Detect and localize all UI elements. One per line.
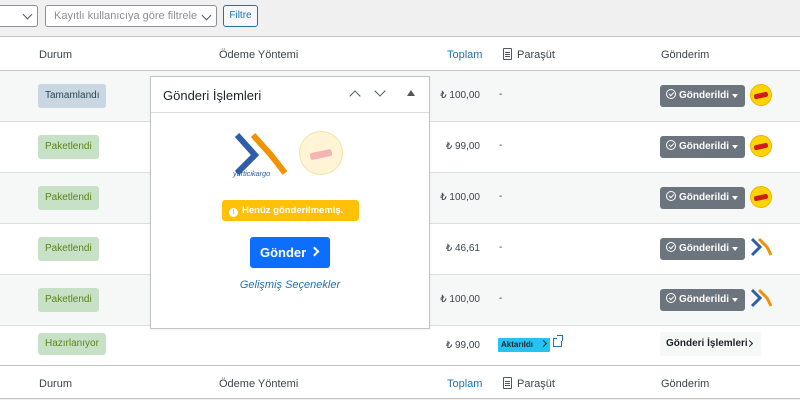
parasut-badge-label: Aktarıldı xyxy=(501,340,534,349)
send-button-label: Gönder xyxy=(260,245,307,260)
table-row[interactable]: Hazırlanıyor ₺ 99,00 Aktarıldı Gönderi İ… xyxy=(0,326,800,365)
yurtici-kargo-logo-text: yurticikargo xyxy=(233,169,271,178)
column-status: Durum xyxy=(39,49,73,61)
parasut-value: - xyxy=(499,140,503,151)
exclamation-circle-icon: ! xyxy=(229,208,238,217)
caret-down-icon xyxy=(732,145,738,149)
shipped-label: Gönderildi xyxy=(679,294,729,305)
send-button[interactable]: Gönder xyxy=(250,237,330,268)
external-link-icon[interactable] xyxy=(553,335,563,347)
check-circle-icon xyxy=(666,293,676,303)
shipped-dropdown-button[interactable]: Gönderildi xyxy=(660,187,745,209)
column-parasut-label: Paraşüt xyxy=(517,378,555,390)
parasut-value: - xyxy=(499,242,503,253)
shipping-operations-popover: Gönderi İşlemleri yurticikargo ! Henüz gö… xyxy=(150,76,430,329)
shipped-dropdown-button[interactable]: Gönderildi xyxy=(660,238,745,260)
column-payment-method: Ödeme Yöntemi xyxy=(219,49,299,61)
popover-title: Gönderi İşlemleri xyxy=(163,88,262,103)
kolay-gelsin-logo-icon[interactable] xyxy=(299,131,343,175)
check-circle-icon xyxy=(666,191,676,201)
kolay-gelsin-logo-icon xyxy=(750,84,772,106)
yurtici-kargo-logo-icon xyxy=(750,288,772,308)
shipped-dropdown-button[interactable]: Gönderildi xyxy=(660,289,745,311)
shipping-operations-button[interactable]: Gönderi İşlemleri xyxy=(660,332,761,356)
table-footer: Durum Ödeme Yöntemi Toplam Paraşüt Gönde… xyxy=(0,365,800,399)
column-parasut-label: Paraşüt xyxy=(517,49,555,61)
shipped-label: Gönderildi xyxy=(679,243,729,254)
shipped-label: Gönderildi xyxy=(679,90,729,101)
column-shipping: Gönderim xyxy=(661,49,710,61)
order-total: ₺ 99,00 xyxy=(445,340,480,351)
shipped-dropdown-button[interactable]: Gönderildi xyxy=(660,85,745,107)
column-parasut: Paraşüt xyxy=(503,48,555,61)
shipped-label: Gönderildi xyxy=(679,192,729,203)
shipping-operations-label: Gönderi İşlemleri xyxy=(666,338,748,349)
chevron-down-icon xyxy=(201,10,212,21)
caret-down-icon xyxy=(732,196,738,200)
kolay-gelsin-logo-icon xyxy=(750,186,772,208)
table-toolbar: Kayıtlı kullanıcıya göre filtrele Filtre xyxy=(0,0,800,36)
column-parasut: Paraşüt xyxy=(503,377,555,390)
filter-button[interactable]: Filtre xyxy=(223,5,258,27)
kolay-gelsin-logo-icon xyxy=(750,135,772,157)
check-circle-icon xyxy=(666,242,676,252)
shipped-label: Gönderildi xyxy=(679,141,729,152)
collapse-triangle-icon[interactable] xyxy=(407,90,415,96)
parasut-value: - xyxy=(499,293,503,304)
column-payment-method: Ödeme Yöntemi xyxy=(219,378,299,390)
customer-filter-select[interactable]: Kayıtlı kullanıcıya göre filtrele xyxy=(45,5,217,27)
caret-down-icon xyxy=(732,247,738,251)
document-icon xyxy=(503,377,512,389)
column-total-sort[interactable]: Toplam xyxy=(447,49,482,61)
column-status: Durum xyxy=(39,378,73,390)
shipped-dropdown-button[interactable]: Gönderildi xyxy=(660,136,745,158)
not-shipped-warning: ! Henüz gönderilmemiş. xyxy=(222,200,359,221)
chevron-up-icon[interactable] xyxy=(349,90,361,102)
column-shipping: Gönderim xyxy=(661,378,710,390)
yurtici-kargo-logo-icon xyxy=(750,237,772,257)
customer-filter-placeholder: Kayıtlı kullanıcıya göre filtrele xyxy=(54,10,198,22)
advanced-options-link[interactable]: Gelişmiş Seçenekler xyxy=(151,279,429,291)
chevron-down-icon[interactable] xyxy=(374,85,386,97)
parasut-value: - xyxy=(499,89,503,100)
table-header: Durum Ödeme Yöntemi Toplam Paraşüt Gönde… xyxy=(0,37,800,71)
document-icon xyxy=(503,48,512,60)
check-circle-icon xyxy=(666,140,676,150)
popover-header: Gönderi İşlemleri xyxy=(151,77,429,113)
chevron-right-icon xyxy=(539,339,548,348)
chevron-down-icon xyxy=(22,9,33,20)
warning-text: Henüz gönderilmemiş. xyxy=(242,205,344,216)
column-total-sort[interactable]: Toplam xyxy=(447,378,482,390)
check-circle-icon xyxy=(666,89,676,99)
caret-down-icon xyxy=(732,298,738,302)
parasut-transferred-badge[interactable]: Aktarıldı xyxy=(498,338,550,352)
caret-down-icon xyxy=(732,94,738,98)
chevron-right-icon xyxy=(309,246,320,257)
parasut-value: - xyxy=(499,191,503,202)
bulk-select[interactable] xyxy=(0,5,38,27)
